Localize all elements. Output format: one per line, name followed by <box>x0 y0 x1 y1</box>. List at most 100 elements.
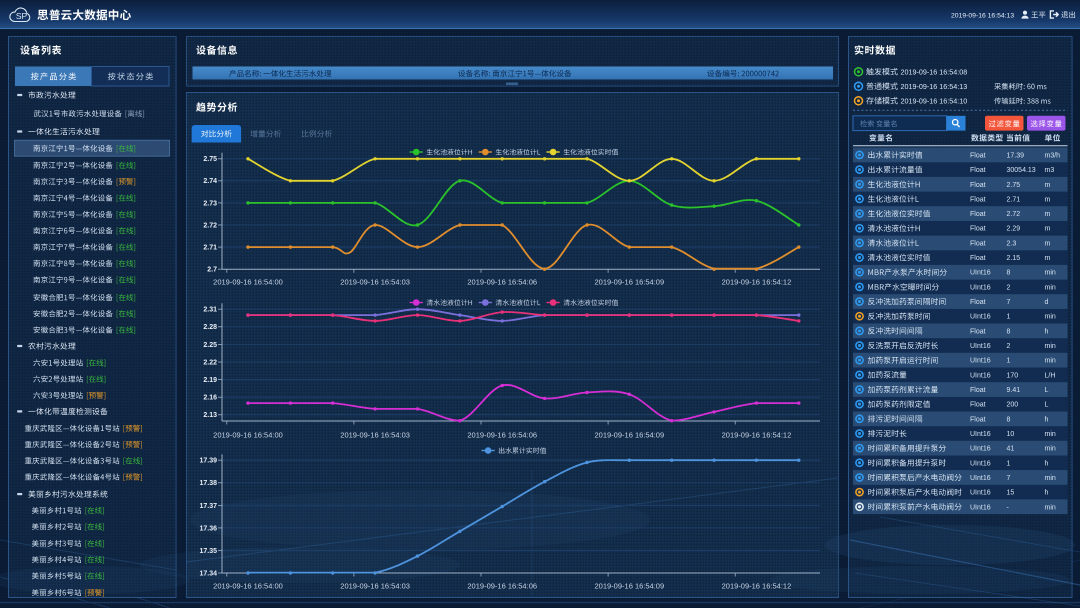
svg-text:2019-09-16 16:54:06: 2019-09-16 16:54:06 <box>467 582 537 591</box>
svg-text:2019-09-16 16:54:10: 2019-09-16 16:54:10 <box>901 97 968 106</box>
svg-text:2019-09-16 16:54:12: 2019-09-16 16:54:12 <box>722 278 792 287</box>
svg-text:Float: Float <box>970 211 986 218</box>
svg-text:Float: Float <box>970 416 986 423</box>
svg-text:2019-09-16 16:54:12: 2019-09-16 16:54:12 <box>722 582 792 591</box>
svg-text:UInt16: UInt16 <box>970 358 991 365</box>
svg-text:h: h <box>1045 490 1049 497</box>
svg-text:h: h <box>1045 460 1049 467</box>
svg-text:17.39: 17.39 <box>1007 152 1025 159</box>
svg-text:UInt16: UInt16 <box>970 490 991 497</box>
svg-text:min: min <box>1045 270 1056 277</box>
svg-text:Float: Float <box>970 299 986 306</box>
svg-text:2019-09-16 16:54:03: 2019-09-16 16:54:03 <box>340 278 410 287</box>
svg-text:8: 8 <box>1007 328 1011 335</box>
svg-text:m: m <box>1045 182 1051 189</box>
svg-text:Float: Float <box>970 226 986 233</box>
svg-text:7: 7 <box>1007 299 1011 306</box>
svg-text:Float: Float <box>970 328 986 335</box>
svg-text:2.75: 2.75 <box>1007 182 1021 189</box>
svg-text:9.41: 9.41 <box>1007 387 1021 394</box>
svg-text:m3/h: m3/h <box>1045 152 1061 159</box>
svg-text:UInt16: UInt16 <box>970 431 991 438</box>
svg-text:8: 8 <box>1007 416 1011 423</box>
svg-text:Float: Float <box>970 182 986 189</box>
svg-text:m: m <box>1045 226 1051 233</box>
svg-text:17.34: 17.34 <box>199 570 217 577</box>
svg-text:2019-09-16 16:54:09: 2019-09-16 16:54:09 <box>595 278 665 287</box>
svg-text:m: m <box>1045 240 1051 247</box>
svg-text:2019-09-16 16:54:00: 2019-09-16 16:54:00 <box>213 582 283 591</box>
svg-text:2019-09-16 16:54:12: 2019-09-16 16:54:12 <box>722 431 792 440</box>
svg-text:200: 200 <box>1007 402 1019 409</box>
svg-text:2.75: 2.75 <box>203 156 217 163</box>
svg-text:L/H: L/H <box>1045 372 1056 379</box>
svg-text:m3: m3 <box>1045 167 1055 174</box>
svg-text:2.19: 2.19 <box>203 377 217 384</box>
svg-text:2019-09-16 16:54:03: 2019-09-16 16:54:03 <box>340 582 410 591</box>
svg-text:2019-09-16 16:54:00: 2019-09-16 16:54:00 <box>213 278 283 287</box>
svg-text:UInt16: UInt16 <box>970 446 991 453</box>
svg-text:2.15: 2.15 <box>1007 255 1021 262</box>
svg-text:min: min <box>1045 343 1056 350</box>
svg-text:min: min <box>1045 504 1056 511</box>
svg-text:2019-09-16 16:54:06: 2019-09-16 16:54:06 <box>467 431 537 440</box>
svg-text:1: 1 <box>1007 314 1011 321</box>
svg-text:2019-09-16 16:54:03: 2019-09-16 16:54:03 <box>340 431 410 440</box>
svg-text:2.74: 2.74 <box>203 178 217 185</box>
svg-text:1: 1 <box>1007 358 1011 365</box>
svg-text:Float: Float <box>970 255 986 262</box>
svg-text:Float: Float <box>970 240 986 247</box>
svg-text:UInt16: UInt16 <box>970 284 991 291</box>
svg-text:17.35: 17.35 <box>199 548 217 555</box>
svg-text:min: min <box>1045 431 1056 438</box>
svg-text:10: 10 <box>1007 431 1015 438</box>
svg-text:170: 170 <box>1007 372 1019 379</box>
svg-text:2.72: 2.72 <box>1007 211 1021 218</box>
svg-text:UInt16: UInt16 <box>970 343 991 350</box>
svg-text:h: h <box>1045 328 1049 335</box>
svg-text:Float: Float <box>970 387 986 394</box>
svg-text:UInt16: UInt16 <box>970 270 991 277</box>
svg-text:2.71: 2.71 <box>203 245 217 252</box>
svg-text:UInt16: UInt16 <box>970 460 991 467</box>
svg-text:Float: Float <box>970 167 986 174</box>
svg-text:2.28: 2.28 <box>203 324 217 331</box>
svg-text:1: 1 <box>1007 460 1011 467</box>
svg-text:2019-09-16 16:54:13: 2019-09-16 16:54:13 <box>951 12 1014 19</box>
svg-text:m: m <box>1045 255 1051 262</box>
svg-text:L: L <box>1045 402 1049 409</box>
svg-text:2.16: 2.16 <box>203 395 217 402</box>
svg-text:Float: Float <box>970 196 986 203</box>
svg-text:2.73: 2.73 <box>203 200 217 207</box>
svg-text:30054.13: 30054.13 <box>1007 167 1036 174</box>
svg-text:UInt16: UInt16 <box>970 372 991 379</box>
svg-text:m: m <box>1045 196 1051 203</box>
svg-text:2.13: 2.13 <box>203 412 217 419</box>
svg-text:2.3: 2.3 <box>1007 240 1017 247</box>
svg-text:min: min <box>1045 475 1056 482</box>
svg-text:2.71: 2.71 <box>1007 196 1021 203</box>
svg-text:2.25: 2.25 <box>203 342 217 349</box>
svg-text:2019-09-16 16:54:09: 2019-09-16 16:54:09 <box>595 582 665 591</box>
svg-text:2019-09-16 16:54:06: 2019-09-16 16:54:06 <box>467 278 537 287</box>
svg-text:m: m <box>1045 211 1051 218</box>
svg-text:UInt16: UInt16 <box>970 475 991 482</box>
svg-text:Float: Float <box>970 402 986 409</box>
svg-text:17.37: 17.37 <box>199 503 217 510</box>
svg-text:Float: Float <box>970 152 986 159</box>
svg-text:h: h <box>1045 416 1049 423</box>
svg-text:min: min <box>1045 446 1056 453</box>
svg-text:UInt16: UInt16 <box>970 314 991 321</box>
svg-text:7: 7 <box>1007 475 1011 482</box>
svg-text:17.38: 17.38 <box>199 480 217 487</box>
svg-text:min: min <box>1045 314 1056 321</box>
svg-text:2: 2 <box>1007 284 1011 291</box>
svg-text:41: 41 <box>1007 446 1015 453</box>
svg-text:2.72: 2.72 <box>203 222 217 229</box>
svg-text:UInt16: UInt16 <box>970 504 991 511</box>
svg-text:2019-09-16 16:54:13: 2019-09-16 16:54:13 <box>901 82 968 91</box>
svg-text:2.31: 2.31 <box>203 307 217 314</box>
svg-text:2.29: 2.29 <box>1007 226 1021 233</box>
svg-text:SP: SP <box>16 11 28 21</box>
svg-text:8: 8 <box>1007 270 1011 277</box>
